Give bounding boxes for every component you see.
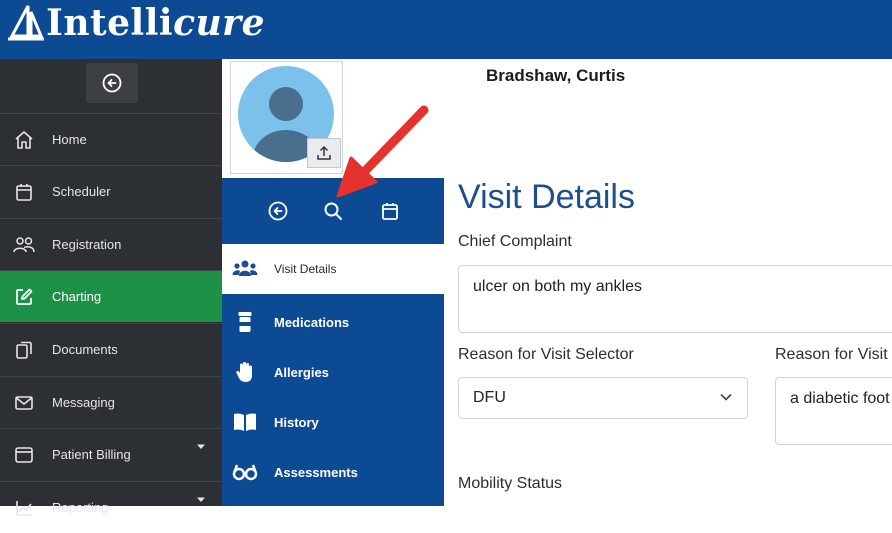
chief-complaint-value: ulcer on both my ankles bbox=[473, 278, 642, 295]
subnav-calendar-button[interactable] bbox=[377, 198, 403, 224]
mobility-status-label: Mobility Status bbox=[458, 475, 563, 492]
sidebar-item-charting[interactable]: Charting bbox=[0, 270, 222, 322]
pill-bottle-icon bbox=[232, 310, 258, 334]
subnav-item-label: Allergies bbox=[274, 364, 329, 380]
sidebar-item-patient-billing[interactable]: Patient Billing bbox=[0, 428, 222, 480]
subnav-item-assessments[interactable]: Assessments bbox=[222, 447, 444, 497]
page-title: Visit Details bbox=[458, 178, 635, 216]
edit-icon bbox=[12, 285, 36, 309]
sidebar-item-label: Reporting bbox=[52, 500, 109, 515]
reason-for-visit-label: Reason for Visit bbox=[775, 346, 888, 363]
sidebar-item-registration[interactable]: Registration bbox=[0, 218, 222, 270]
book-icon bbox=[232, 410, 258, 434]
hand-icon bbox=[232, 360, 258, 384]
home-icon bbox=[12, 128, 36, 152]
app-logo[interactable]: Intellicure bbox=[6, 2, 265, 44]
patient-name: Bradshaw, Curtis bbox=[486, 66, 626, 85]
wallet-icon bbox=[12, 443, 36, 467]
reason-for-visit-field[interactable]: a diabetic foot bbox=[775, 377, 892, 445]
sidebar-item-scheduler[interactable]: Scheduler bbox=[0, 165, 222, 217]
sidebar-item-documents[interactable]: Documents bbox=[0, 323, 222, 375]
app-logo-text: Intellicure bbox=[46, 2, 266, 44]
subnav-item-label: History bbox=[274, 414, 319, 430]
chevron-down-icon bbox=[720, 393, 732, 401]
subnav-item-medications[interactable]: Medications bbox=[222, 297, 444, 347]
subnav-item-allergies[interactable]: Allergies bbox=[222, 347, 444, 397]
reason-selector-label: Reason for Visit Selector bbox=[458, 346, 634, 363]
sidebar-item-label: Charting bbox=[52, 289, 102, 304]
caret-down-icon bbox=[197, 444, 205, 449]
top-header: Intellicure bbox=[0, 0, 892, 59]
caret-down-icon bbox=[197, 497, 205, 502]
calendar-icon bbox=[12, 180, 36, 204]
chart-icon bbox=[12, 496, 36, 520]
sidebar-item-label: Scheduler bbox=[52, 184, 111, 199]
reason-selector-value: DFU bbox=[473, 389, 506, 406]
sidebar-collapse-button[interactable] bbox=[86, 63, 138, 103]
documents-icon bbox=[12, 338, 36, 362]
chief-complaint-field[interactable]: ulcer on both my ankles bbox=[458, 265, 892, 333]
calendar-icon bbox=[382, 203, 398, 220]
subnav-item-history[interactable]: History bbox=[222, 397, 444, 447]
users-icon bbox=[12, 233, 36, 257]
subnav-item-label: Medications bbox=[274, 314, 350, 330]
subnav-search-button[interactable] bbox=[320, 198, 346, 224]
upload-icon bbox=[317, 145, 331, 160]
upload-photo-button[interactable] bbox=[307, 138, 341, 168]
arrow-left-circle-icon bbox=[102, 73, 122, 93]
subnav-item-visit-details[interactable]: Visit Details bbox=[222, 244, 444, 294]
mail-icon bbox=[12, 391, 36, 415]
chart-subnav: Visit Details Medications Allergies Hist… bbox=[222, 178, 444, 506]
subnav-item-label: Visit Details bbox=[274, 262, 337, 276]
sidebar-item-reporting[interactable]: Reporting bbox=[0, 481, 222, 533]
arrow-left-circle-icon bbox=[268, 201, 288, 221]
search-icon bbox=[324, 202, 342, 220]
reason-selector-dropdown[interactable]: DFU bbox=[458, 377, 748, 419]
sidebar-item-label: Home bbox=[52, 132, 87, 147]
reason-for-visit-value: a diabetic foot bbox=[790, 390, 890, 407]
main-sidebar: Home Scheduler Registration Charting Doc… bbox=[0, 59, 222, 516]
sidebar-item-label: Documents bbox=[52, 342, 118, 357]
sidebar-item-label: Messaging bbox=[52, 395, 115, 410]
sailboat-logo-icon bbox=[8, 5, 44, 41]
sidebar-item-label: Registration bbox=[52, 237, 122, 252]
subnav-item-label: Assessments bbox=[274, 464, 358, 480]
sidebar-item-home[interactable]: Home bbox=[0, 113, 222, 165]
subnav-back-button[interactable] bbox=[265, 198, 291, 224]
chief-complaint-label: Chief Complaint bbox=[458, 233, 572, 250]
glasses-icon bbox=[232, 460, 258, 484]
group-icon bbox=[232, 257, 258, 281]
sidebar-item-messaging[interactable]: Messaging bbox=[0, 376, 222, 428]
sidebar-item-label: Patient Billing bbox=[52, 447, 131, 462]
subnav-toolbar bbox=[222, 178, 444, 244]
